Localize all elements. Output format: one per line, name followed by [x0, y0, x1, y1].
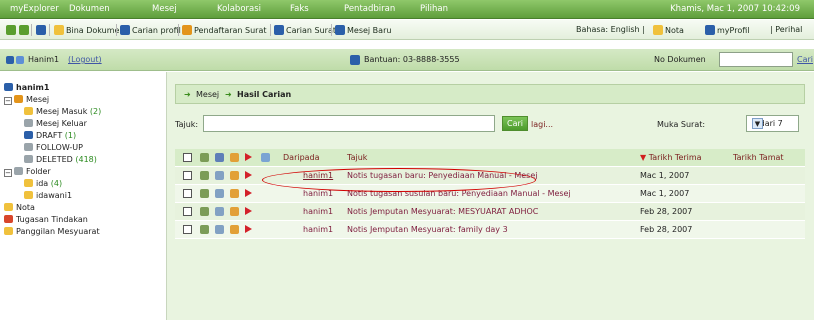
toolbar-pendaftaran-surat[interactable]: Pendaftaran Surat: [182, 25, 267, 35]
sidebar-folder-ida[interactable]: ida (4): [4, 178, 164, 190]
row-received: Mac 1, 2007: [640, 171, 690, 180]
toolbar-mesej-baru[interactable]: Mesej Baru: [335, 25, 391, 35]
select-all-checkbox[interactable]: [183, 153, 192, 162]
help-icon: [350, 55, 362, 65]
toolbar-bina-dokumen[interactable]: Bina Dokumen: [54, 25, 125, 35]
no-dokumen-input[interactable]: [719, 52, 793, 67]
page-select[interactable]: 1 dari 7 ▼: [746, 115, 799, 132]
main-content: ➜ Mesej ➜ Hasil Carian Tajuk: Cari lagi.…: [167, 72, 814, 320]
header-tajuk[interactable]: Tajuk: [347, 153, 367, 162]
menu-mesej[interactable]: Mesej: [152, 4, 177, 14]
breadcrumb-mesej[interactable]: Mesej: [196, 90, 219, 99]
home-icon[interactable]: [36, 25, 48, 35]
sidebar-item-mesej-keluar[interactable]: Mesej Keluar: [4, 118, 164, 130]
flag-icon: [245, 153, 252, 161]
help-text: Bantuan: 03-8888-3555: [364, 55, 460, 64]
header-daripada[interactable]: Daripada: [283, 153, 320, 162]
row-checkbox[interactable]: [183, 225, 192, 234]
search-label: Tajuk:: [175, 120, 199, 129]
page-label: Muka Surat:: [657, 120, 706, 129]
sidebar-folder-idawani1[interactable]: idawani1: [4, 190, 164, 202]
username: Hanim1: [28, 55, 60, 64]
sidebar-item-draft[interactable]: DRAFT (1): [4, 130, 164, 142]
chevron-down-icon[interactable]: ▼: [752, 118, 763, 129]
sidebar-panggilan-mesyuarat[interactable]: Panggilan Mesyuarat: [4, 226, 164, 238]
arrow-icon: ➜: [225, 90, 232, 99]
row-subject[interactable]: Notis Jemputan Mesyuarat: MESYUARAT ADHO…: [347, 207, 538, 216]
menu-pentadbiran[interactable]: Pentadbiran: [344, 4, 395, 14]
results-table: Daripada Tajuk ▼ Tarikh Terima Tarikh Ta…: [175, 149, 805, 239]
monitor-icon: [261, 153, 270, 162]
toolbar: Bina Dokumen Carian profil Pendaftaran S…: [0, 20, 814, 40]
envelope-icon: [215, 153, 224, 162]
forward-icon[interactable]: [19, 25, 31, 35]
sidebar-item-follow-up[interactable]: FOLLOW-UP: [4, 142, 164, 154]
row-checkbox[interactable]: [183, 171, 192, 180]
row-sender[interactable]: hanim1: [303, 225, 333, 234]
row-received: Feb 28, 2007: [640, 207, 693, 216]
sidebar-tugasan-tindakan[interactable]: Tugasan Tindakan: [4, 214, 164, 226]
myprofil-link[interactable]: myProfil: [705, 25, 749, 35]
arrow-icon: ➜: [184, 90, 191, 99]
table-header: Daripada Tajuk ▼ Tarikh Terima Tarikh Ta…: [175, 149, 805, 167]
sidebar-item-deleted[interactable]: DELETED (418): [4, 154, 164, 166]
table-row[interactable]: hanim1 Notis tugasan susulan baru: Penye…: [175, 185, 805, 203]
no-dokumen-label: No Dokumen: [654, 55, 706, 64]
table-row[interactable]: hanim1 Notis tugasan baru: Penyediaan Ma…: [175, 167, 805, 185]
datetime: Khamis, Mac 1, 2007 10:42:09: [670, 4, 800, 14]
row-sender[interactable]: hanim1: [303, 171, 333, 180]
perihal-link[interactable]: | Perihal: [770, 25, 802, 34]
breadcrumb-hasil-carian: Hasil Carian: [237, 90, 292, 99]
breadcrumb: ➜ Mesej ➜ Hasil Carian: [175, 84, 805, 104]
header-tarikh-terima[interactable]: ▼ Tarikh Terima: [640, 153, 702, 162]
menu-pilihan[interactable]: Pilihan: [420, 4, 448, 14]
user-bar: Hanim1 (Logout) Bantuan: 03-8888-3555 No…: [0, 49, 814, 71]
table-row[interactable]: hanim1 Notis Jemputan Mesyuarat: family …: [175, 221, 805, 239]
row-checkbox[interactable]: [183, 189, 192, 198]
search-row: Tajuk: Cari lagi... Muka Surat: 1 dari 7…: [175, 114, 805, 136]
header-tarikh-tamat[interactable]: Tarikh Tamat: [733, 153, 784, 162]
user-icon: [6, 55, 26, 64]
row-subject[interactable]: Notis tugasan baru: Penyediaan Manual - …: [347, 171, 537, 180]
menu-dokumen[interactable]: Dokumen: [69, 4, 110, 14]
cari-link[interactable]: Cari: [797, 55, 813, 64]
row-subject[interactable]: Notis Jemputan Mesyuarat: family day 3: [347, 225, 508, 234]
search-input[interactable]: [203, 115, 495, 132]
sidebar-item-mesej-masuk[interactable]: Mesej Masuk (2): [4, 106, 164, 118]
search-button[interactable]: Cari: [502, 116, 528, 131]
row-subject[interactable]: Notis tugasan susulan baru: Penyediaan M…: [347, 189, 571, 198]
menu-myexplorer[interactable]: myExplorer: [10, 4, 59, 14]
sidebar-root-folder[interactable]: − Folder: [4, 166, 164, 178]
sidebar: hanim1 − Mesej Mesej Masuk (2) Mesej Kelu…: [0, 72, 167, 320]
nota-link[interactable]: Nota: [653, 25, 684, 35]
row-received: Feb 28, 2007: [640, 225, 693, 234]
search-more-link[interactable]: lagi...: [531, 120, 553, 129]
attachment-icon: [200, 153, 209, 162]
row-sender[interactable]: hanim1: [303, 207, 333, 216]
table-row[interactable]: hanim1 Notis Jemputan Mesyuarat: MESYUAR…: [175, 203, 805, 221]
row-received: Mac 1, 2007: [640, 189, 690, 198]
back-icon[interactable]: [6, 25, 18, 35]
toolbar-carian-profil[interactable]: Carian profil: [120, 25, 181, 35]
language-label: Bahasa: English |: [576, 25, 645, 34]
sidebar-nota[interactable]: Nota: [4, 202, 164, 214]
logout-link[interactable]: (Logout): [68, 55, 102, 64]
top-menu-bar: myExplorer Dokumen Mesej Kolaborasi Faks…: [0, 0, 814, 19]
sidebar-user: hanim1: [4, 82, 164, 94]
row-checkbox[interactable]: [183, 207, 192, 216]
toolbar-carian-surat[interactable]: Carian Surat: [274, 25, 336, 35]
priority-icon: [230, 153, 239, 162]
row-sender[interactable]: hanim1: [303, 189, 333, 198]
menu-faks[interactable]: Faks: [290, 4, 309, 14]
menu-kolaborasi[interactable]: Kolaborasi: [217, 4, 261, 14]
sidebar-root-mesej[interactable]: − Mesej: [4, 94, 164, 106]
